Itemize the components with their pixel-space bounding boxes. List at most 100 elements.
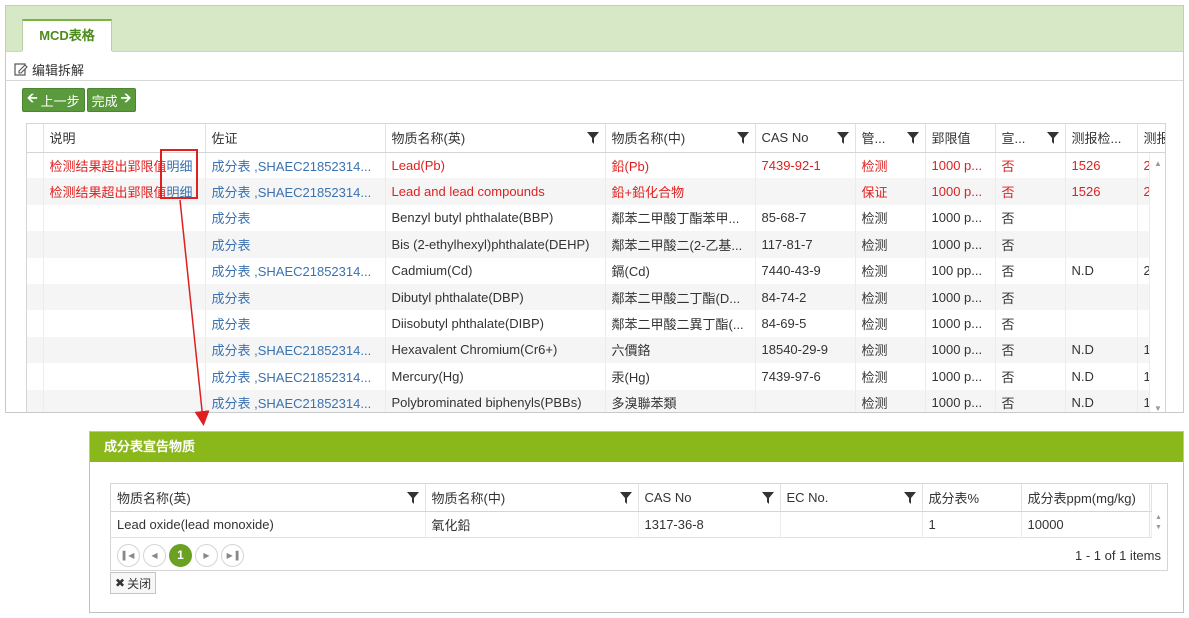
- cell-name-cn: 鄰苯二甲酸二(2-乙基...: [605, 231, 756, 258]
- cell-test-value: 1526: [1065, 152, 1138, 179]
- filter-icon[interactable]: [586, 132, 599, 144]
- table-row[interactable]: 成分表 ,SHAEC21852314... Mercury(Hg) 汞(Hg) 743…: [27, 363, 1165, 390]
- table-row[interactable]: 成分表 Benzyl butyl phthalate(BBP) 鄰苯二甲酸丁酯苯甲.…: [27, 204, 1165, 232]
- filter-icon[interactable]: [906, 132, 919, 144]
- dcol-name-en[interactable]: 物质名称(英): [111, 484, 426, 512]
- cell-proof[interactable]: 成分表: [205, 231, 386, 258]
- dialog-title: 成分表宣告物质: [90, 432, 1183, 462]
- cell-proof[interactable]: 成分表 ,SHAEC21852314...: [205, 257, 386, 284]
- table-row[interactable]: 成分表 Bis (2-ethylhexyl)phthalate(DEHP) 鄰苯二甲…: [27, 231, 1165, 258]
- cell-proof[interactable]: 成分表 ,SHAEC21852314...: [205, 152, 386, 179]
- dcol-pct[interactable]: 成分表%: [922, 484, 1022, 512]
- cell-note: [43, 389, 206, 412]
- cell-declare: 否: [995, 231, 1066, 258]
- table-row[interactable]: 成分表 ,SHAEC21852314... Cadmium(Cd) 鎘(Cd) 744…: [27, 257, 1165, 284]
- cell-mgmt: 检测: [855, 389, 926, 412]
- last-page-button[interactable]: ▶▐: [221, 543, 244, 567]
- filter-icon[interactable]: [903, 492, 916, 504]
- filter-icon[interactable]: [761, 492, 774, 504]
- table-row[interactable]: 成分表 Dibutyl phthalate(DBP) 鄰苯二甲酸二丁酯(D... 84…: [27, 283, 1165, 311]
- cell-test-value: [1065, 204, 1138, 232]
- edit-disassembly-link[interactable]: 编辑拆解: [14, 59, 84, 79]
- dcol-ec[interactable]: EC No.: [780, 484, 923, 512]
- table-row[interactable]: 成分表 Diisobutyl phthalate(DIBP) 鄰苯二甲酸二異丁酯(.…: [27, 310, 1165, 337]
- cell-name-en: Mercury(Hg): [385, 363, 606, 390]
- cell-proof[interactable]: 成分表 ,SHAEC21852314...: [205, 389, 386, 412]
- cell-proof[interactable]: 成分表: [205, 310, 386, 337]
- dcol-name-cn[interactable]: 物质名称(中): [425, 484, 639, 512]
- col-report[interactable]: 测报: [1137, 124, 1165, 153]
- cell-mgmt: 检测: [855, 336, 926, 364]
- cell-test-value: 1526: [1065, 178, 1138, 205]
- cell-declare: 否: [995, 363, 1066, 390]
- scroll-up-icon[interactable]: ▲: [1154, 159, 1162, 168]
- cell-limit: 1000 p...: [925, 204, 996, 232]
- grid-header-row: 说明 佐证 物质名称(英) 物质名称(中) CAS No 管... 郢限值 宣.…: [27, 124, 1165, 153]
- dcol-cas[interactable]: CAS No: [638, 484, 781, 512]
- row-blank: [27, 204, 44, 232]
- cell-declare: 否: [995, 310, 1066, 337]
- cell-note: [43, 363, 206, 390]
- scroll-up-icon[interactable]: ▲: [1155, 514, 1162, 521]
- col-mgmt[interactable]: 管...: [855, 124, 926, 153]
- cell-name-cn: 多溴聯苯類: [605, 389, 756, 412]
- cell-name-cn: 鉛+鉛化合物: [605, 178, 756, 205]
- cell-cas: [755, 389, 856, 412]
- col-test-value[interactable]: 测报检...: [1065, 124, 1138, 153]
- filter-icon[interactable]: [406, 492, 419, 504]
- cell-cas: 1317-36-8: [638, 511, 781, 538]
- scroll-down-icon[interactable]: ▼: [1155, 524, 1162, 531]
- declared-substance-dialog: 成分表宣告物质 物质名称(英) 物质名称(中) CAS No EC No. 成分…: [89, 431, 1184, 613]
- first-page-button[interactable]: ▌◀: [117, 543, 140, 567]
- cell-proof[interactable]: 成分表 ,SHAEC21852314...: [205, 336, 386, 364]
- note-text: 检测结果超出郢限值: [49, 158, 167, 174]
- cell-proof[interactable]: 成分表 ,SHAEC21852314...: [205, 178, 386, 205]
- cell-test-value: N.D: [1065, 363, 1138, 390]
- cell-note: [43, 257, 206, 284]
- cell-mgmt: 检测: [855, 310, 926, 337]
- col-proof[interactable]: 佐证: [205, 124, 386, 153]
- cell-name-cn: 氧化鉛: [425, 511, 639, 538]
- cell-pct: 1: [922, 511, 1022, 538]
- dialog-scrollbar[interactable]: ▲ ▼: [1149, 484, 1167, 538]
- cell-proof[interactable]: 成分表: [205, 204, 386, 232]
- next-page-button[interactable]: ▶: [195, 543, 218, 567]
- cell-name-cn: 汞(Hg): [605, 363, 756, 390]
- col-name-cn[interactable]: 物质名称(中): [605, 124, 756, 153]
- col-note[interactable]: 说明: [43, 124, 206, 153]
- filter-icon[interactable]: [836, 132, 849, 144]
- row-blank: [27, 336, 44, 364]
- page-button[interactable]: 1: [169, 543, 192, 567]
- table-row[interactable]: Lead oxide(lead monoxide) 氧化鉛 1317-36-8 …: [111, 511, 1152, 538]
- col-cas[interactable]: CAS No: [755, 124, 856, 153]
- table-row[interactable]: 成分表 ,SHAEC21852314... Hexavalent Chromium…: [27, 336, 1165, 364]
- col-name-en[interactable]: 物质名称(英): [385, 124, 606, 153]
- filter-icon[interactable]: [1046, 132, 1059, 144]
- row-blank: [27, 310, 44, 337]
- filter-icon[interactable]: [736, 132, 749, 144]
- prev-step-button[interactable]: 🡨 上一步: [22, 88, 85, 112]
- scroll-down-icon[interactable]: ▼: [1154, 404, 1162, 412]
- close-button[interactable]: ✖ 关闭: [110, 572, 157, 594]
- cell-name-cn: 鎘(Cd): [605, 257, 756, 284]
- cell-name-cn: 鄰苯二甲酸二異丁酯(...: [605, 310, 756, 337]
- finish-button[interactable]: 完成 🡪: [86, 88, 137, 112]
- cell-test-value: N.D: [1065, 336, 1138, 364]
- grid-scrollbar[interactable]: ▲ ▼: [1149, 153, 1165, 412]
- table-row[interactable]: 成分表 ,SHAEC21852314... Polybrominated biph…: [27, 389, 1165, 412]
- cell-name-en: Hexavalent Chromium(Cr6+): [385, 336, 606, 364]
- prev-page-button[interactable]: ◀: [143, 543, 166, 567]
- cell-test-value: [1065, 231, 1138, 258]
- filter-icon[interactable]: [619, 492, 632, 504]
- cell-proof[interactable]: 成分表 ,SHAEC21852314...: [205, 363, 386, 390]
- step-buttons: 🡨 上一步 完成 🡪: [22, 88, 137, 112]
- tab-mcd[interactable]: MCD表格: [22, 19, 112, 53]
- cell-name-en: Benzyl butyl phthalate(BBP): [385, 204, 606, 232]
- cell-limit: 1000 p...: [925, 283, 996, 311]
- col-limit[interactable]: 郢限值: [925, 124, 996, 153]
- col-declare[interactable]: 宣...: [995, 124, 1066, 153]
- cell-limit: 1000 p...: [925, 231, 996, 258]
- note-text: 检测结果超出郢限值: [49, 185, 167, 201]
- cell-proof[interactable]: 成分表: [205, 283, 386, 311]
- dcol-ppm[interactable]: 成分表ppm(mg/kg): [1021, 484, 1152, 512]
